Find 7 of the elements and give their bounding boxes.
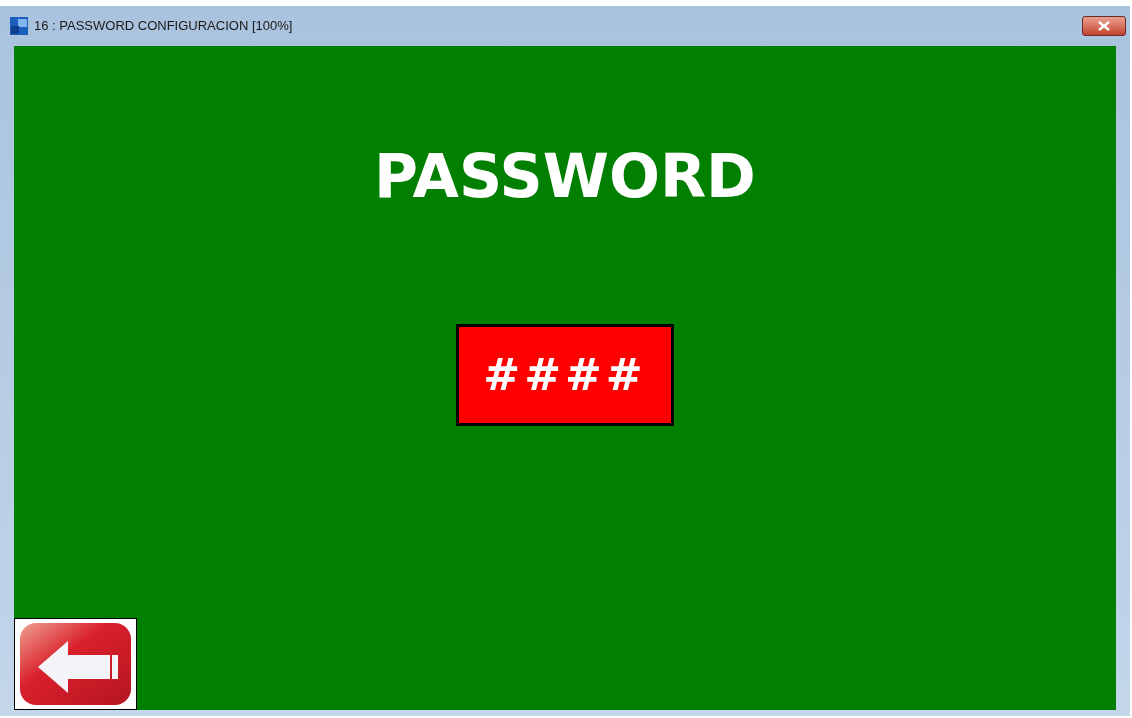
close-button[interactable] (1082, 16, 1126, 36)
heading: PASSWORD (374, 146, 756, 206)
app-icon (10, 17, 28, 35)
window-title: 16 : PASSWORD CONFIGURACION [100%] (34, 17, 293, 36)
password-field[interactable]: #### (456, 324, 674, 426)
back-button[interactable] (14, 618, 137, 710)
close-icon (1098, 21, 1110, 31)
